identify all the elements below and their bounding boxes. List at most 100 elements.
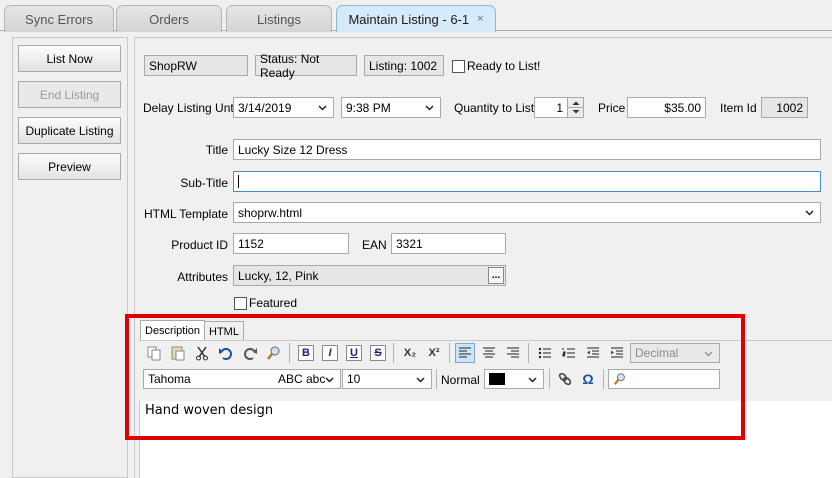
toolbar-separator xyxy=(603,369,604,389)
tab-label: Listings xyxy=(256,11,302,27)
chevron-down-icon xyxy=(528,377,537,383)
search-icon xyxy=(613,373,625,385)
ean-label: EAN xyxy=(362,238,387,252)
ready-to-list-checkbox[interactable] xyxy=(452,60,465,73)
tab-bar: Sync Errors Orders Listings Maintain Lis… xyxy=(0,0,832,32)
align-right-icon[interactable] xyxy=(503,343,523,363)
numbered-list-icon[interactable] xyxy=(559,343,579,363)
end-listing-button[interactable]: End Listing xyxy=(18,81,121,108)
store-field: ShopRW xyxy=(144,55,248,76)
item-id-field: 1002 xyxy=(761,97,808,118)
font-value: Tahoma xyxy=(148,372,191,386)
underline-icon[interactable]: U xyxy=(344,343,364,363)
chevron-down-icon xyxy=(425,105,434,111)
paragraph-style[interactable]: Normal xyxy=(441,373,480,387)
toolbar-separator xyxy=(549,369,550,389)
subtitle-label: Sub-Title xyxy=(180,176,228,190)
italic-icon[interactable]: I xyxy=(320,343,340,363)
bold-icon[interactable]: B xyxy=(296,343,316,363)
cut-icon[interactable] xyxy=(192,343,212,363)
indent-icon[interactable] xyxy=(607,343,627,363)
font-sample: ABC abc xyxy=(278,372,326,386)
tab-maintain-listing[interactable]: Maintain Listing - 6-1 × xyxy=(336,5,496,32)
chevron-down-icon xyxy=(325,377,334,383)
delay-label: Delay Listing Until xyxy=(143,101,240,115)
description-editor[interactable]: Hand woven design xyxy=(139,401,832,478)
attributes-label: Attributes xyxy=(177,270,228,284)
color-picker[interactable] xyxy=(484,369,544,389)
chevron-down-icon xyxy=(416,377,425,383)
attributes-browse-button[interactable]: ... xyxy=(488,267,504,284)
title-label: Title xyxy=(205,143,228,157)
price-label: Price xyxy=(598,101,626,115)
bold-glyph: B xyxy=(298,345,314,361)
underline-glyph: U xyxy=(346,345,362,361)
copy-icon[interactable] xyxy=(144,343,164,363)
date-value: 3/14/2019 xyxy=(238,100,292,115)
bullet-list-icon[interactable] xyxy=(535,343,555,363)
chevron-down-icon xyxy=(318,105,327,111)
quantity-value: 1 xyxy=(556,100,563,115)
toolbar-separator xyxy=(436,369,437,389)
italic-glyph: I xyxy=(322,345,338,361)
strikethrough-icon[interactable]: S xyxy=(368,343,388,363)
font-size-select[interactable]: 10 xyxy=(342,369,432,389)
attributes-value: Lucky, 12, Pink xyxy=(238,268,319,283)
description-text: Hand woven design xyxy=(145,403,274,418)
subtitle-input[interactable] xyxy=(233,171,821,192)
product-id-input[interactable]: 1152 xyxy=(233,233,349,254)
close-icon[interactable]: × xyxy=(477,13,483,25)
template-select[interactable]: shoprw.html xyxy=(233,202,821,223)
list-style-select[interactable]: Decimal xyxy=(630,343,720,363)
featured-checkbox[interactable] xyxy=(234,297,247,310)
stepper-arrows-icon xyxy=(568,101,584,114)
featured-label: Featured xyxy=(249,296,298,310)
tab-description[interactable]: Description xyxy=(140,320,206,341)
redo-icon[interactable] xyxy=(240,343,260,363)
actions-panel: List Now End Listing Duplicate Listing P… xyxy=(12,37,128,478)
title-input[interactable]: Lucky Size 12 Dress xyxy=(233,139,821,160)
color-swatch xyxy=(489,373,505,385)
stepper-arrows[interactable] xyxy=(567,98,584,117)
attributes-field: Lucky, 12, Pink xyxy=(233,265,506,286)
tab-orders[interactable]: Orders xyxy=(116,5,222,32)
price-input[interactable]: $35.00 xyxy=(627,97,706,118)
quantity-label: Quantity to List xyxy=(454,101,535,115)
duplicate-listing-button[interactable]: Duplicate Listing xyxy=(18,117,121,144)
align-left-icon[interactable] xyxy=(455,343,475,363)
status-field: Status: Not Ready xyxy=(255,52,357,80)
strike-glyph: S xyxy=(370,345,386,361)
ean-input[interactable]: 3321 xyxy=(391,233,506,254)
template-value: shoprw.html xyxy=(238,205,303,220)
tab-label: Orders xyxy=(149,11,189,27)
list-now-button[interactable]: List Now xyxy=(18,45,121,72)
tab-label: Sync Errors xyxy=(25,11,93,27)
list-style-value: Decimal xyxy=(635,346,679,360)
time-value: 9:38 PM xyxy=(346,100,391,115)
listing-field: Listing: 1002 xyxy=(364,55,444,76)
tab-listings[interactable]: Listings xyxy=(226,5,332,32)
outdent-icon[interactable] xyxy=(583,343,603,363)
find-icon[interactable] xyxy=(264,343,284,363)
toolbar-separator xyxy=(393,343,394,363)
date-select[interactable]: 3/14/2019 xyxy=(233,97,334,118)
paste-icon[interactable] xyxy=(168,343,188,363)
template-label: HTML Template xyxy=(143,207,228,221)
subscript-icon[interactable]: X₂ xyxy=(400,343,420,363)
toolbar-separator xyxy=(289,343,290,363)
time-select[interactable]: 9:38 PM xyxy=(341,97,441,118)
superscript-icon[interactable]: X² xyxy=(424,343,444,363)
link-icon[interactable] xyxy=(555,369,575,389)
tab-html[interactable]: HTML xyxy=(204,321,244,341)
preview-button[interactable]: Preview xyxy=(18,153,121,180)
special-character-icon[interactable]: Ω xyxy=(578,369,598,389)
item-id-label: Item Id xyxy=(720,101,757,115)
undo-icon[interactable] xyxy=(216,343,236,363)
editor-search-input[interactable] xyxy=(608,369,720,389)
tab-label: Maintain Listing - 6-1 xyxy=(348,11,470,27)
align-center-icon[interactable] xyxy=(479,343,499,363)
tab-sync-errors[interactable]: Sync Errors xyxy=(4,5,114,32)
font-select[interactable]: Tahoma ABC abc xyxy=(143,369,341,389)
ready-to-list-label: Ready to List! xyxy=(467,59,541,73)
product-id-label: Product ID xyxy=(171,238,228,252)
